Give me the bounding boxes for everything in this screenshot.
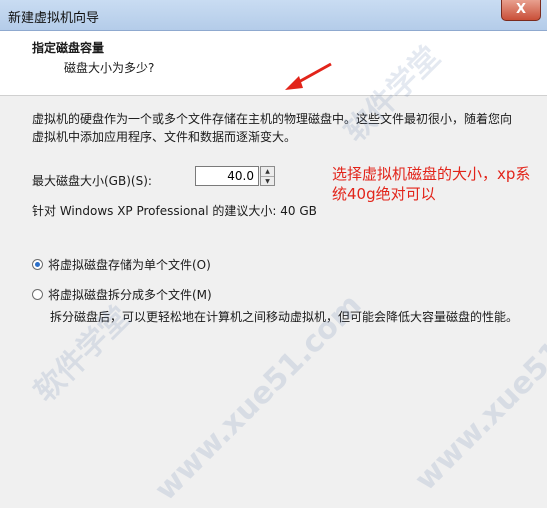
red-arrow-icon	[285, 62, 332, 90]
wizard-content: 虚拟机的硬盘作为一个或多个文件存储在主机的物理磁盘中。这些文件最初很小，随着您向…	[0, 96, 547, 477]
max-size-label: 最大磁盘大小(GB)(S):	[32, 174, 152, 188]
recommendation-text: 针对 Windows XP Professional 的建议大小: 40 GB	[32, 204, 317, 218]
page-subtitle: 磁盘大小为多少?	[64, 61, 155, 75]
option-multiple-files[interactable]: 将虚拟磁盘拆分成多个文件(M)	[32, 286, 212, 303]
max-size-input[interactable]	[195, 166, 259, 186]
annotation-text: 选择虚拟机磁盘的大小，xp系统40g绝对可以	[332, 165, 531, 203]
close-button[interactable]: X	[501, 0, 541, 21]
radio-multiple-files[interactable]	[32, 289, 43, 300]
option-multiple-files-label: 将虚拟磁盘拆分成多个文件(M)	[48, 288, 212, 302]
spin-down-icon[interactable]: ▼	[261, 177, 274, 186]
max-size-spinner[interactable]: ▲ ▼	[260, 166, 275, 186]
wizard-header: 指定磁盘容量 磁盘大小为多少?	[0, 31, 547, 96]
title-bar: 新建虚拟机向导 X	[0, 0, 547, 31]
radio-single-file[interactable]	[32, 259, 43, 270]
page-title: 指定磁盘容量	[32, 41, 105, 55]
description-text: 虚拟机的硬盘作为一个或多个文件存储在主机的物理磁盘中。这些文件最初很小，随着您向…	[32, 112, 513, 144]
option-single-file[interactable]: 将虚拟磁盘存储为单个文件(O)	[32, 256, 211, 273]
split-note-text: 拆分磁盘后，可以更轻松地在计算机之间移动虚拟机，但可能会降低大容量磁盘的性能。	[50, 310, 519, 324]
window-title: 新建虚拟机向导	[8, 11, 100, 26]
option-single-file-label: 将虚拟磁盘存储为单个文件(O)	[48, 258, 211, 272]
spin-up-icon[interactable]: ▲	[261, 167, 274, 177]
